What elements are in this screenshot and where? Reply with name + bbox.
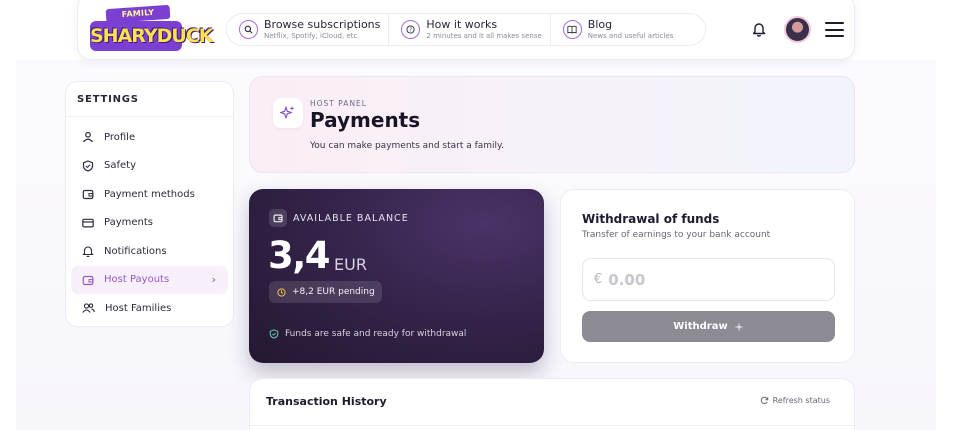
sidebar-item-host-payouts[interactable]: Host Payouts › [71,265,228,294]
page-kicker: HOST PANEL [310,99,367,108]
page-description: You can make payments and start a family… [310,141,504,151]
transaction-history-title: Transaction History [266,395,387,408]
user-icon [83,132,93,143]
nav-title: Blog [587,18,613,31]
clock-icon [277,287,286,297]
refresh-status-button[interactable]: Refresh status [760,396,830,405]
amount-input[interactable] [608,270,809,289]
nav-subtitle: 2 minutes and it all makes sense [426,32,542,40]
divider [250,425,854,426]
wallet-icon [82,190,94,200]
balance-label: AVAILABLE BALANCE [293,213,409,224]
refresh-status-label: Refresh status [772,396,830,405]
sidebar-item-label: Notifications [104,245,167,257]
sidebar-item-payment-methods[interactable]: Payment methods [71,180,228,209]
available-balance-card: AVAILABLE BALANCE 3,4 EUR +8,2 EUR pendi… [249,189,544,363]
nav-blog[interactable]: Blog News and useful articles [549,14,674,45]
sidebar-item-label: Host Families [105,302,172,314]
book-icon [562,20,582,39]
hamburger-menu-icon[interactable] [825,22,844,37]
sidebar-item-payments[interactable]: Payments [71,209,228,238]
withdrawal-subtitle: Transfer of earnings to your bank accoun… [582,230,771,240]
currency-symbol: € [594,272,603,287]
avatar[interactable] [784,16,811,43]
page-title: Payments [310,108,421,132]
chevron-right-icon: › [211,273,216,287]
withdrawal-card: Withdrawal of funds Transfer of earnings… [560,189,855,363]
bell-icon[interactable] [752,21,766,37]
sparkles-icon [273,98,303,128]
pending-text: +8,2 EUR pending [292,287,375,297]
nav-how-it-works[interactable]: ? How it works 2 minutes and it all make… [388,14,542,45]
nav-title: How it works [426,18,498,31]
question-icon: ? [401,20,421,39]
nav-title: Browse subscriptions [264,18,381,31]
sidebar-item-profile[interactable]: Profile [71,123,228,152]
logo-wordmark: SHARYDUCK [90,21,214,51]
transaction-history-card: Transaction History Refresh status [249,378,855,430]
sidebar-item-notifications[interactable]: Notifications [71,237,228,266]
withdraw-button-label: Withdraw [673,321,728,332]
refresh-icon [760,396,768,405]
safety-note: Funds are safe and ready for withdrawal [269,329,466,339]
wallet-icon [269,209,287,227]
nav-browse-subscriptions[interactable]: Browse subscriptions Netflix, Spotify, i… [227,14,380,45]
sidebar-item-label: Profile [104,131,136,143]
sidebar-item-label: Safety [104,160,136,172]
balance-amount: 3,4 [268,234,331,277]
sidebar-item-safety[interactable]: Safety [71,152,228,181]
credit-card-icon [82,218,94,228]
withdrawal-title: Withdrawal of funds [582,212,720,226]
nav-subtitle: News and useful articles [587,32,674,40]
nav-subtitle: Netflix, Spotify, iCloud, etc. [264,32,360,40]
shield-check-icon [269,329,279,339]
wallet-icon [82,275,94,285]
sidebar-item-label: Payments [104,217,153,229]
safety-note-text: Funds are safe and ready for withdrawal [285,329,467,339]
amount-field[interactable]: € [582,258,835,301]
sidebar-title: SETTINGS [66,82,233,117]
balance-currency: EUR [334,255,367,274]
svg-text:?: ? [409,28,412,34]
shield-icon [82,160,94,172]
bell-icon [82,246,94,258]
pending-badge: +8,2 EUR pending [269,281,382,303]
settings-sidebar: SETTINGS Profile Safety Payment methods … [65,81,234,327]
page-hero: HOST PANEL Payments You can make payment… [249,76,855,173]
main-nav: Browse subscriptions Netflix, Spotify, i… [226,13,706,46]
top-header: FAMILY SUBSCRIBER SHARYDUCK Browse subsc… [77,0,855,60]
sparkle-icon [734,322,744,331]
users-icon [82,303,95,314]
sidebar-item-label: Payment methods [104,188,195,200]
withdraw-button[interactable]: Withdraw [582,311,835,342]
search-icon [239,20,258,39]
sidebar-item-label: Host Payouts [104,274,170,286]
sidebar-item-host-families[interactable]: Host Families [71,294,228,323]
sharyduck-logo[interactable]: FAMILY SUBSCRIBER SHARYDUCK [90,4,214,55]
